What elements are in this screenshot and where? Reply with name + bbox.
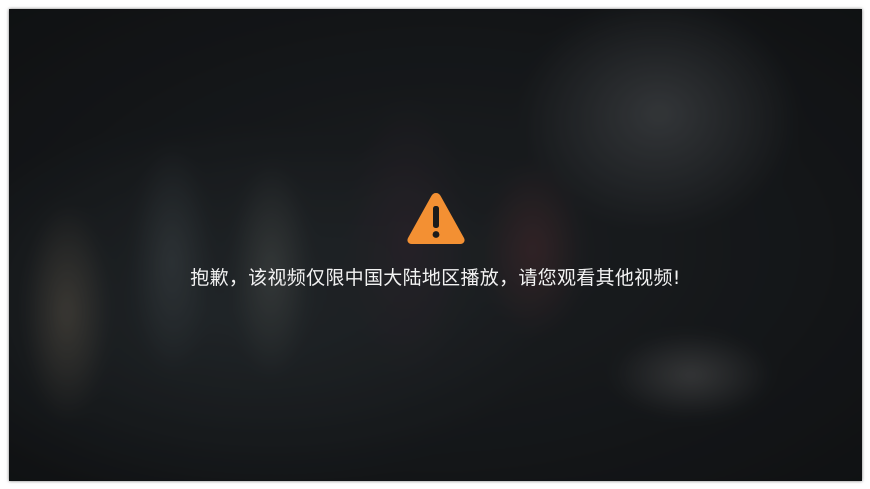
video-player: 抱歉，该视频仅限中国大陆地区播放，请您观看其他视频! <box>9 9 862 481</box>
warning-triangle-icon <box>406 193 465 244</box>
region-restriction-notice: 抱歉，该视频仅限中国大陆地区播放，请您观看其他视频! <box>9 191 862 290</box>
restriction-message: 抱歉，该视频仅限中国大陆地区播放，请您观看其他视频! <box>190 267 681 289</box>
